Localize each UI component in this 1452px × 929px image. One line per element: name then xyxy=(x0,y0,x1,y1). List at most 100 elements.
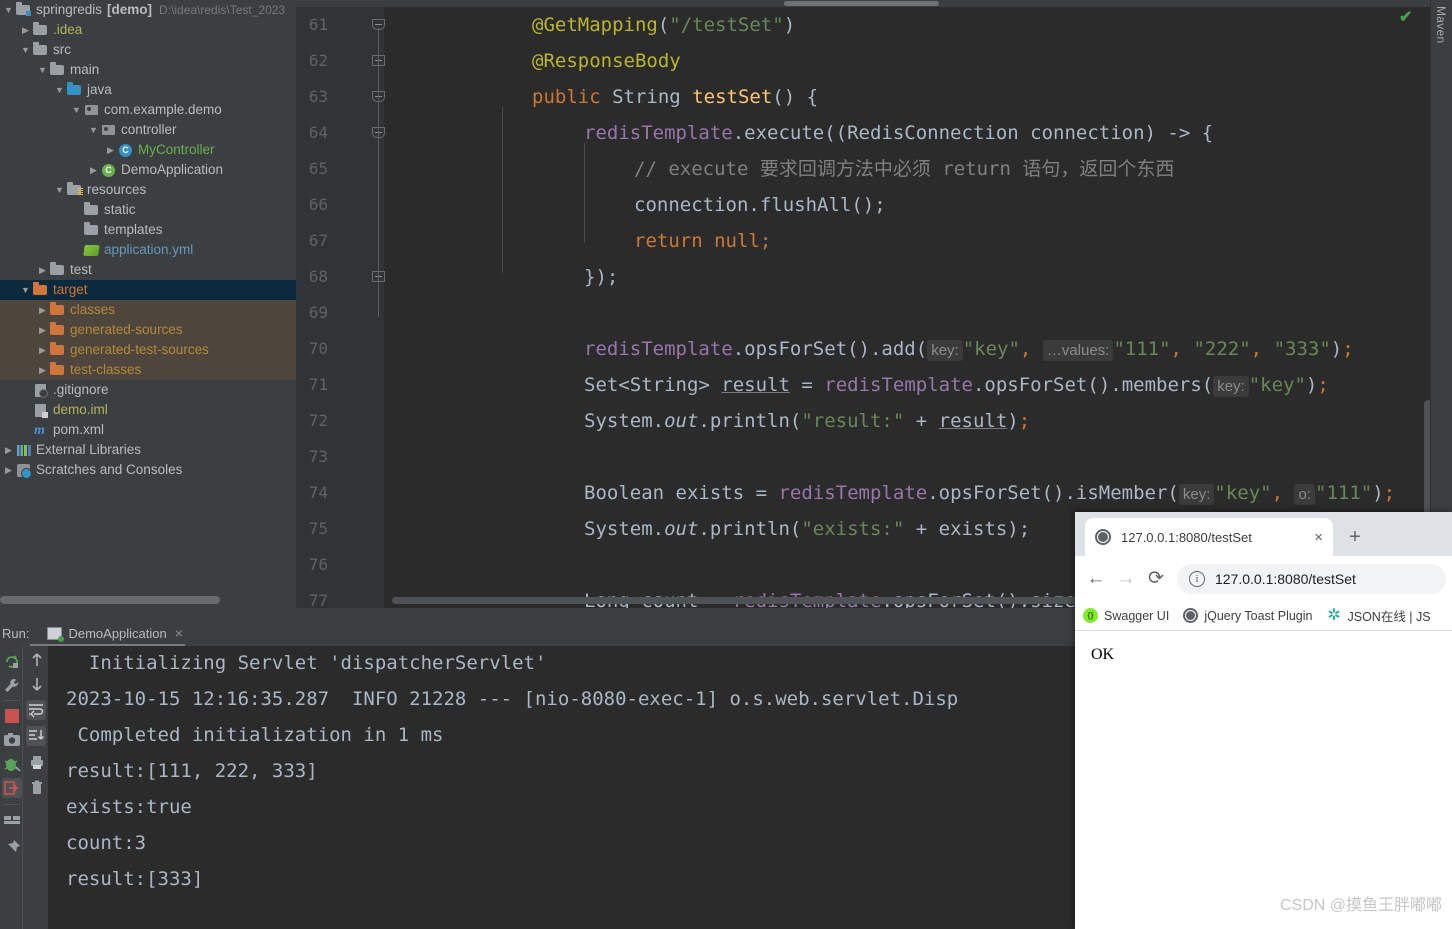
chevron-right-icon[interactable]: ▶ xyxy=(19,20,32,40)
code-line-67[interactable]: return null; xyxy=(634,223,771,259)
code-line-63[interactable]: public String testSet() { xyxy=(532,79,818,115)
static-field-token: out xyxy=(664,410,699,432)
code-line-64[interactable]: redisTemplate.execute((RedisConnection c… xyxy=(584,115,1213,151)
chevron-down-icon[interactable]: ▼ xyxy=(2,0,15,20)
chevron-right-icon[interactable]: ▶ xyxy=(36,320,49,340)
back-button[interactable]: ← xyxy=(1081,564,1111,594)
browser-window[interactable]: 127.0.0.1:8080/testSet × + ← → ⟳ i 127.0… xyxy=(1075,512,1452,929)
tree-item-demoapplication[interactable]: ▶ C DemoApplication xyxy=(0,160,296,180)
tree-item-application-yml[interactable]: ▶application.yml xyxy=(0,240,296,260)
chevron-right-icon[interactable]: ▶ xyxy=(2,460,15,480)
code-line-74[interactable]: Boolean exists = redisTemplate.opsForSet… xyxy=(584,475,1395,511)
tree-item-generated-test-sources[interactable]: ▶ generated-test-sources xyxy=(0,340,296,360)
chevron-right-icon[interactable]: ▶ xyxy=(36,340,49,360)
chevron-right-icon[interactable]: ▶ xyxy=(104,140,117,160)
editor-gutter[interactable]: 61 62 63 64 65 66 67 68 69 70 71 72 73 74 75 76 77 xyxy=(296,7,385,608)
tree-item-external-libraries[interactable]: ▶ External Libraries xyxy=(0,440,296,460)
tree-item-test[interactable]: ▶ test xyxy=(0,260,296,280)
bug-icon[interactable] xyxy=(2,754,22,774)
exit-icon[interactable] xyxy=(2,778,22,798)
sidebar-horizontal-scrollbar[interactable] xyxy=(0,596,220,604)
yml-icon xyxy=(83,240,101,260)
tree-item-scratches-and-consoles[interactable]: ▶ Scratches and Consoles xyxy=(0,460,296,480)
code-line-75[interactable]: System.out.println("exists:" + exists); xyxy=(584,511,1030,547)
code-line-77[interactable]: Long count = redisTemplate.opsForSet().s… xyxy=(584,583,1087,608)
rerun-icon[interactable] xyxy=(2,652,22,672)
tree-item-label: classes xyxy=(70,302,116,317)
soft-wrap-icon[interactable] xyxy=(26,700,46,720)
arrow-down-icon[interactable] xyxy=(27,674,47,694)
tree-item--gitignore[interactable]: ▶.gitignore xyxy=(0,380,296,400)
close-icon[interactable]: × xyxy=(1314,529,1323,546)
tree-item-classes[interactable]: ▶ classes xyxy=(0,300,296,320)
chevron-down-icon[interactable]: ▼ xyxy=(53,80,66,100)
chevron-down-icon[interactable]: ▼ xyxy=(70,100,83,120)
tree-item-mycontroller[interactable]: ▶ C MyController xyxy=(0,140,296,160)
tree-item-resources[interactable]: ▼ resources xyxy=(0,180,296,200)
address-bar[interactable]: i 127.0.0.1:8080/testSet xyxy=(1177,563,1446,594)
chevron-right-icon[interactable]: ▶ xyxy=(36,300,49,320)
tree-item--idea[interactable]: ▶ .idea xyxy=(0,20,296,40)
camera-icon[interactable] xyxy=(2,730,22,750)
code-line-61[interactable]: @GetMapping("/testSet") xyxy=(532,7,795,43)
layout-icon[interactable] xyxy=(2,810,22,830)
code-line-71[interactable]: Set<String> result = redisTemplate.opsFo… xyxy=(584,367,1329,403)
chevron-right-icon[interactable]: ▶ xyxy=(2,440,15,460)
editor-tab-scrollbar[interactable] xyxy=(784,1,939,6)
globe-icon xyxy=(1183,608,1199,623)
chevron-right-icon[interactable]: ▶ xyxy=(87,160,100,180)
print-icon[interactable] xyxy=(27,752,47,772)
browser-tab[interactable]: 127.0.0.1:8080/testSet × xyxy=(1085,518,1333,556)
tree-item-com-example-demo[interactable]: ▼ com.example.demo xyxy=(0,100,296,120)
type-token: Boolean xyxy=(584,482,665,504)
code-line-70[interactable]: redisTemplate.opsForSet().add(key: "key",… xyxy=(584,331,1354,367)
tree-item-main[interactable]: ▼ main xyxy=(0,60,296,80)
code-line-68[interactable]: }); xyxy=(584,259,618,295)
bookmark-jquery-toast[interactable]: jQuery Toast Plugin xyxy=(1183,608,1312,623)
pin-icon[interactable] xyxy=(2,838,22,858)
code-line-66[interactable]: connection.flushAll(); xyxy=(634,187,886,223)
bookmark-json-online[interactable]: JSON在线 | JS xyxy=(1326,605,1430,625)
forward-button[interactable]: → xyxy=(1111,564,1141,594)
tree-item-src[interactable]: ▼ src xyxy=(0,40,296,60)
bookmark-swagger-ui[interactable]: Swagger UI xyxy=(1083,608,1169,623)
chevron-down-icon[interactable]: ▼ xyxy=(36,60,49,80)
new-tab-button[interactable]: + xyxy=(1343,526,1367,550)
tree-item-java[interactable]: ▼ java xyxy=(0,80,296,100)
tree-item-generated-sources[interactable]: ▶ generated-sources xyxy=(0,320,296,340)
run-left-toolbar[interactable] xyxy=(0,646,22,929)
chevron-down-icon[interactable]: ▼ xyxy=(19,280,32,300)
tree-item-target[interactable]: ▼ target xyxy=(0,280,296,300)
line-number: 66 xyxy=(308,195,328,214)
chevron-down-icon[interactable]: ▼ xyxy=(53,180,66,200)
code-line-65[interactable]: // execute 要求回调方法中必须 return 语句，返回个东西 xyxy=(634,151,1174,187)
reload-button[interactable]: ⟳ xyxy=(1141,564,1171,594)
chevron-down-icon[interactable]: ▼ xyxy=(19,40,32,60)
console-line: result:[333] xyxy=(66,868,204,890)
trash-icon[interactable] xyxy=(27,778,47,798)
arrow-up-icon[interactable] xyxy=(27,650,47,670)
tree-item-static[interactable]: ▶static xyxy=(0,200,296,220)
code-line-72[interactable]: System.out.println("result:" + result); xyxy=(584,403,1030,439)
tree-item-demo-iml[interactable]: ▶demo.iml xyxy=(0,400,296,420)
chevron-down-icon[interactable]: ▼ xyxy=(87,120,100,140)
indent-guide xyxy=(502,107,503,273)
project-tree-panel[interactable]: ▼ springredis [demo] D:\idea\redis\Test_202… xyxy=(0,0,296,608)
scroll-to-end-icon[interactable] xyxy=(26,726,46,746)
chevron-right-icon[interactable]: ▶ xyxy=(36,260,49,280)
globe-icon xyxy=(1095,529,1111,545)
close-icon[interactable]: × xyxy=(175,625,183,641)
tree-item-test-classes[interactable]: ▶ test-classes xyxy=(0,360,296,380)
chevron-right-icon[interactable]: ▶ xyxy=(36,360,49,380)
tree-item-templates[interactable]: ▶templates xyxy=(0,220,296,240)
site-info-icon[interactable]: i xyxy=(1189,570,1205,587)
tree-item-springredis[interactable]: ▼ springredis [demo] D:\idea\redis\Test_202… xyxy=(0,0,296,20)
wrench-icon[interactable] xyxy=(2,676,22,696)
tree-item-controller[interactable]: ▼ controller xyxy=(0,120,296,140)
run-config-tab[interactable]: DemoApplication × xyxy=(43,620,186,646)
tree-item-pom-xml[interactable]: ▶mpom.xml xyxy=(0,420,296,440)
folder-excluded-icon xyxy=(32,280,50,300)
stop-icon[interactable] xyxy=(2,706,22,726)
code-line-62[interactable]: @ResponseBody xyxy=(532,43,681,79)
console-toolbar[interactable] xyxy=(22,646,48,929)
